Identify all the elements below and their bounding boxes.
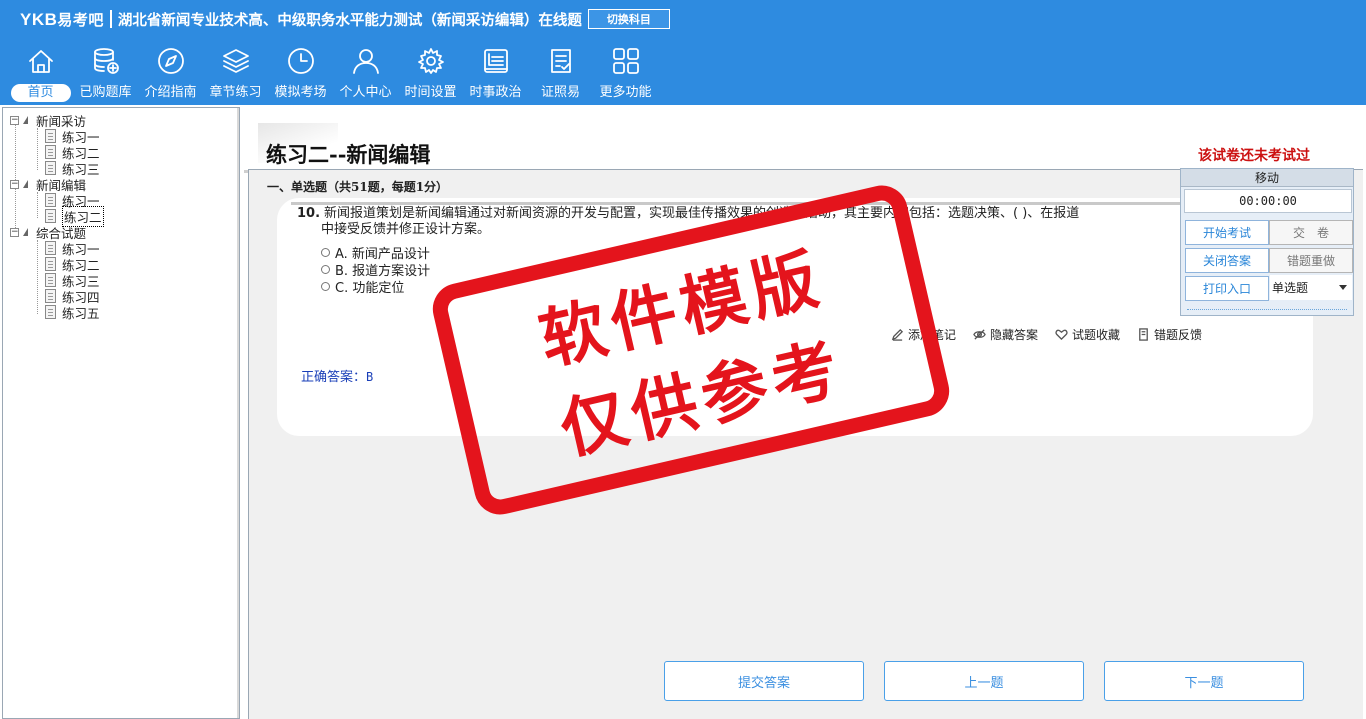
document-icon bbox=[45, 257, 56, 271]
folder-triangle-icon bbox=[23, 180, 28, 188]
tree-connector bbox=[37, 192, 38, 218]
document-icon bbox=[45, 241, 56, 255]
tree-connector bbox=[37, 128, 38, 170]
exam-timer: 00:00:00 bbox=[1184, 189, 1352, 213]
toolbar-home[interactable]: 首页 bbox=[8, 46, 73, 104]
exam-status-text: 该试卷还未考试过 bbox=[1198, 148, 1310, 164]
tree-connector bbox=[37, 240, 38, 314]
app-logo: YKB易考吧 bbox=[20, 9, 104, 29]
option-c[interactable]: C. 功能定位 bbox=[321, 278, 404, 296]
tree-scrollbar[interactable] bbox=[237, 108, 239, 718]
radio-button[interactable] bbox=[321, 265, 330, 274]
switch-subject-button[interactable]: 切换科目 bbox=[587, 9, 670, 29]
toolbar-chapter-practice[interactable]: 章节练习 bbox=[203, 46, 268, 104]
grid-icon bbox=[612, 48, 639, 74]
correct-answer-value: B bbox=[366, 370, 374, 384]
paper-header: 练习二--新闻编辑 该试卷还未考试过 bbox=[244, 113, 1354, 173]
option-b[interactable]: B. 报道方案设计 bbox=[321, 261, 430, 279]
question-stem: 10. 新闻报道策划是新闻编辑通过对新闻资源的开发与配置，实现最佳传播效果的创造性… bbox=[297, 206, 1080, 237]
database-icon bbox=[93, 48, 119, 74]
document-icon bbox=[45, 305, 56, 319]
paper-title: 练习二--新闻编辑 bbox=[266, 142, 431, 167]
news-icon bbox=[483, 49, 508, 73]
toolbar-guide[interactable]: 介绍指南 bbox=[138, 46, 203, 104]
option-a[interactable]: A. 新闻产品设计 bbox=[321, 244, 430, 262]
print-entry-button[interactable]: 打印入口 bbox=[1185, 276, 1269, 301]
document-icon bbox=[45, 193, 56, 207]
document-icon bbox=[45, 289, 56, 303]
question-card: 10. 新闻报道策划是新闻编辑通过对新闻资源的开发与配置，实现最佳传播效果的创造性… bbox=[277, 198, 1313, 436]
radio-button[interactable] bbox=[321, 282, 330, 291]
user-icon bbox=[352, 49, 379, 74]
toolbar-personal-center[interactable]: 个人中心 bbox=[333, 46, 398, 104]
tree-item[interactable]: 练习五 bbox=[45, 304, 100, 321]
add-note-button[interactable]: 添加笔记 bbox=[891, 326, 956, 343]
folder-triangle-icon bbox=[23, 116, 28, 124]
checklist-icon bbox=[550, 49, 571, 73]
feedback-icon bbox=[1139, 328, 1148, 341]
document-icon bbox=[45, 161, 56, 175]
app-header: YKB易考吧 湖北省新闻专业技术高、中级职务水平能力测试（新闻采访编辑）在线题 … bbox=[0, 0, 1366, 105]
title-bar: YKB易考吧 湖北省新闻专业技术高、中级职务水平能力测试（新闻采访编辑）在线题 … bbox=[0, 0, 670, 38]
layers-icon bbox=[222, 49, 249, 73]
question-number: 10. bbox=[297, 206, 321, 221]
chapter-tree: − 新闻采访 练习一 练习二 练习三 − 新闻编辑 练习一 练习二 − 综合试题… bbox=[2, 107, 240, 719]
toolbar-more-functions[interactable]: 更多功能 bbox=[593, 46, 658, 104]
collapse-icon[interactable]: − bbox=[10, 227, 19, 237]
submit-answer-button[interactable]: 提交答案 bbox=[664, 661, 864, 701]
chevron-down-icon bbox=[1339, 285, 1347, 290]
title-separator bbox=[109, 10, 112, 28]
redo-wrong-button[interactable]: 错题重做 bbox=[1269, 248, 1353, 273]
previous-question-button[interactable]: 上一题 bbox=[884, 661, 1084, 701]
hand-in-button[interactable]: 交 卷 bbox=[1269, 220, 1353, 245]
panel-move-handle[interactable]: 移动 bbox=[1181, 169, 1353, 187]
toolbar-time-settings[interactable]: 时间设置 bbox=[398, 46, 463, 104]
heart-icon bbox=[1055, 329, 1068, 341]
close-answer-button[interactable]: 关闭答案 bbox=[1185, 248, 1269, 273]
document-icon bbox=[45, 273, 56, 287]
question-actions: 添加笔记 隐藏答案 试题收藏 错题反馈 bbox=[891, 326, 1219, 343]
radio-button[interactable] bbox=[321, 248, 330, 257]
eye-off-icon bbox=[973, 329, 986, 340]
pencil-icon bbox=[891, 328, 904, 341]
home-icon bbox=[28, 50, 53, 73]
exam-control-panel: 移动 00:00:00 开始考试 交 卷 关闭答案 错题重做 打印入口 单选题 bbox=[1180, 168, 1354, 316]
report-error-button[interactable]: 错题反馈 bbox=[1137, 326, 1202, 343]
compass-icon bbox=[157, 48, 184, 74]
next-question-button[interactable]: 下一题 bbox=[1104, 661, 1304, 701]
toolbar-certificate[interactable]: 证照易 bbox=[528, 46, 593, 104]
document-locked-icon bbox=[45, 209, 56, 223]
panel-divider bbox=[1187, 309, 1347, 310]
question-type-select[interactable]: 单选题 bbox=[1270, 275, 1352, 300]
start-exam-button[interactable]: 开始考试 bbox=[1185, 220, 1269, 245]
hide-answer-button[interactable]: 隐藏答案 bbox=[973, 326, 1038, 343]
main-toolbar: 首页 已购题库 介绍指南 章节练习 模拟考场 个人中心 时间设置 时事政治 证照… bbox=[8, 46, 658, 104]
toolbar-current-affairs[interactable]: 时事政治 bbox=[463, 46, 528, 104]
gear-icon bbox=[417, 48, 444, 74]
folder-triangle-icon bbox=[23, 228, 28, 236]
correct-answer: 正确答案：B bbox=[301, 370, 374, 385]
toolbar-purchased-banks[interactable]: 已购题库 bbox=[73, 46, 138, 104]
clock-icon bbox=[287, 48, 314, 74]
collapse-icon[interactable]: − bbox=[10, 179, 19, 189]
favorite-question-button[interactable]: 试题收藏 bbox=[1055, 326, 1120, 343]
document-icon bbox=[45, 129, 56, 143]
toolbar-mock-exam[interactable]: 模拟考场 bbox=[268, 46, 333, 104]
section-title: 一、单选题（共51题，每题1分） bbox=[267, 180, 449, 194]
document-icon bbox=[45, 145, 56, 159]
collapse-icon[interactable]: − bbox=[10, 115, 19, 125]
app-title: 湖北省新闻专业技术高、中级职务水平能力测试（新闻采访编辑）在线题 bbox=[117, 11, 582, 29]
question-top-bar bbox=[291, 202, 1191, 205]
